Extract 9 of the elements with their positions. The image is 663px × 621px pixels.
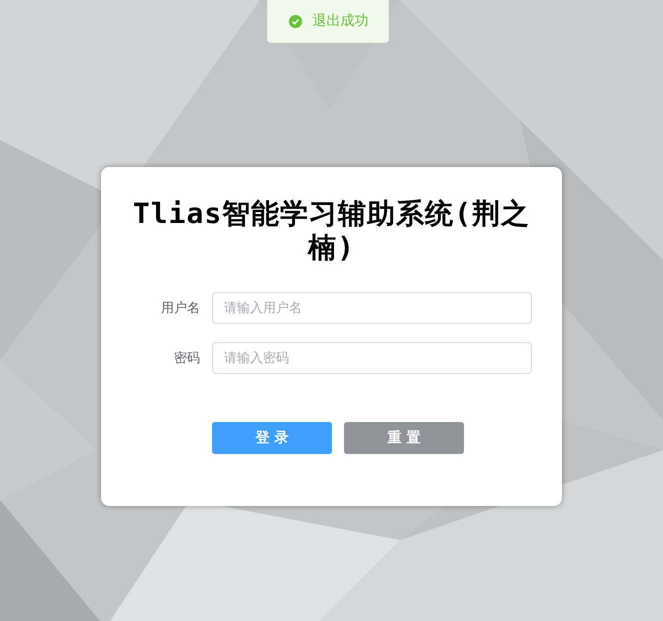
field-label: 用户名 [160,300,201,317]
reset-button[interactable]: 重 置 [344,422,464,454]
check-circle-icon [288,14,302,28]
field-label: 密码 [173,350,201,367]
login-title: Tlias智能学习辅助系统(荆之楠) [132,197,532,265]
input-field[interactable]: 请输入密码 [212,342,532,374]
message-text: 退出成功 [312,12,368,30]
input-field[interactable]: 请输入用户名 [212,292,532,324]
login-button[interactable]: 登 录 [212,422,332,454]
